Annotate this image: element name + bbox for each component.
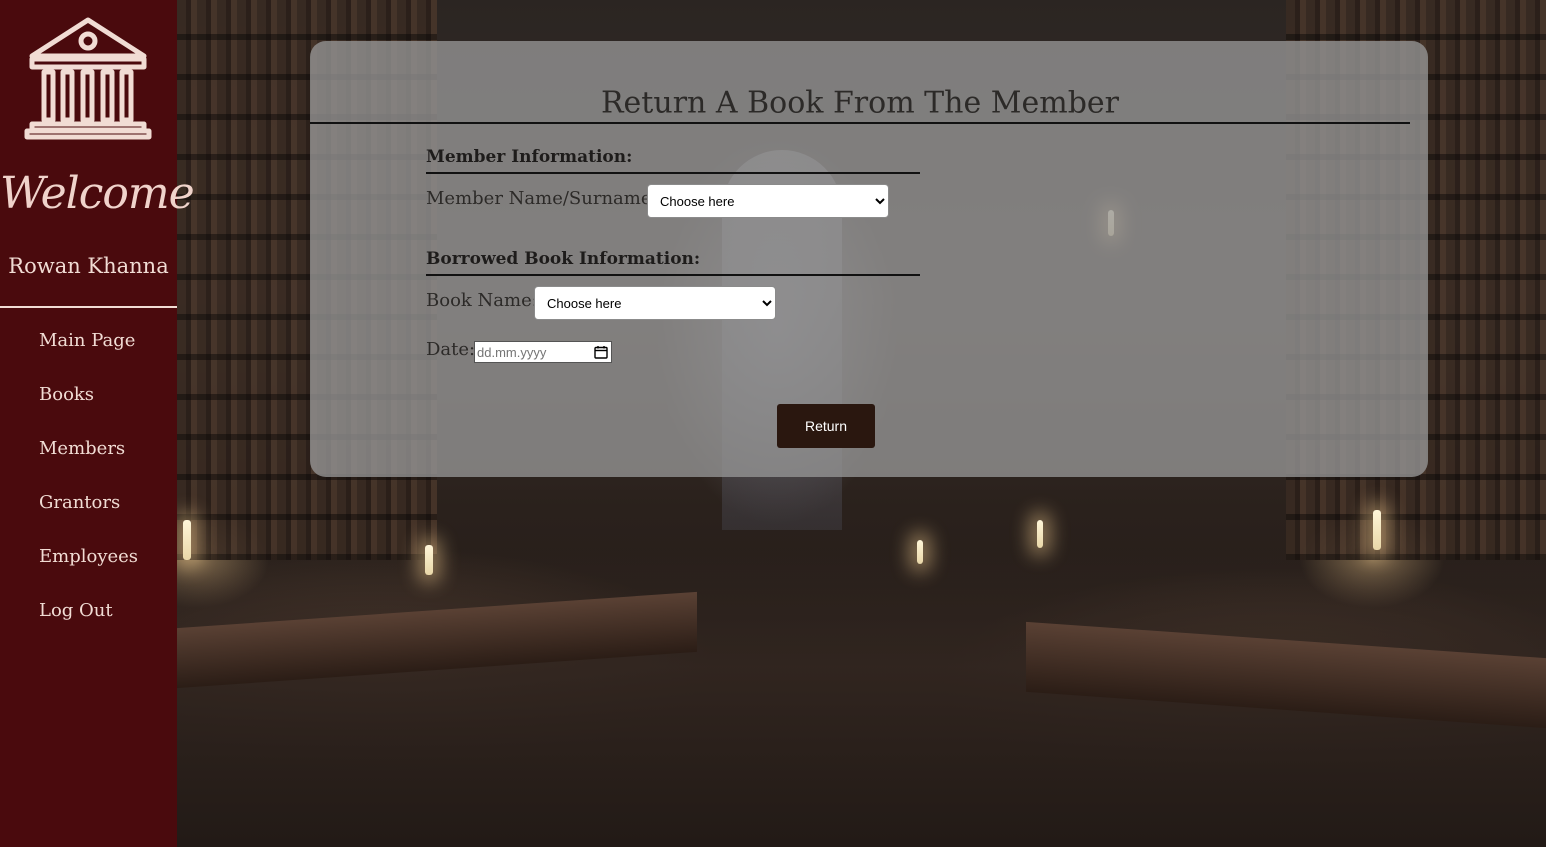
page-title: Return A Book From The Member	[600, 85, 1120, 121]
book-name-label: Book Name:	[426, 290, 538, 311]
date-label: Date:	[426, 339, 476, 360]
nav-item-books[interactable]: Books	[39, 382, 138, 436]
nav-item-grantors[interactable]: Grantors	[39, 490, 138, 544]
member-section-heading: Member Information:	[426, 147, 920, 174]
nav-item-employees[interactable]: Employees	[39, 544, 138, 598]
candle	[1373, 510, 1381, 550]
book-section-heading: Borrowed Book Information:	[426, 249, 920, 276]
candle	[183, 520, 191, 560]
book-select[interactable]: Choose here	[534, 286, 776, 320]
user-name: Rowan Khanna	[8, 254, 169, 278]
candle	[425, 545, 433, 575]
return-button[interactable]: Return	[777, 404, 875, 448]
welcome-text: Welcome	[0, 168, 195, 219]
member-name-label: Member Name/Surname:	[426, 188, 658, 209]
sidebar: Welcome Rowan Khanna Main Page Books Mem…	[0, 0, 195, 847]
candle	[917, 540, 923, 564]
nav-item-members[interactable]: Members	[39, 436, 138, 490]
calendar-icon[interactable]	[594, 345, 608, 359]
library-building-icon	[24, 17, 152, 140]
sidebar-nav: Main Page Books Members Grantors Employe…	[39, 328, 138, 652]
date-input[interactable]	[474, 341, 612, 363]
member-select[interactable]: Choose here	[647, 184, 889, 218]
nav-item-log-out[interactable]: Log Out	[39, 598, 138, 652]
return-book-card: Return A Book From The Member Member Inf…	[310, 41, 1428, 477]
title-divider	[310, 122, 1410, 124]
nav-item-main-page[interactable]: Main Page	[39, 328, 138, 382]
sidebar-divider	[0, 306, 177, 308]
candle	[1037, 520, 1043, 548]
